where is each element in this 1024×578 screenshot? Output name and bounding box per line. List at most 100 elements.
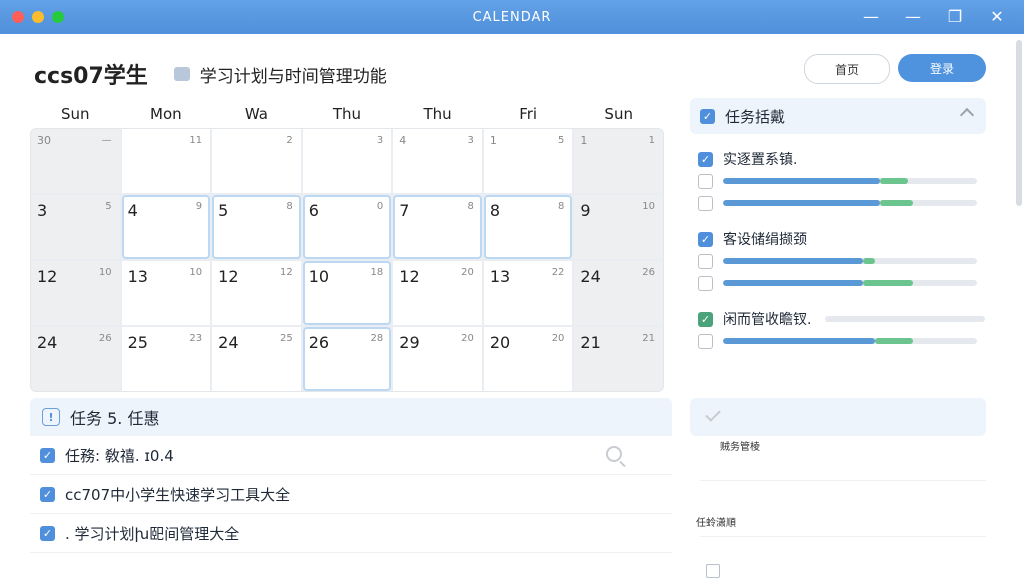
task-list-header: ! 任务 5. 任惠 <box>30 398 672 436</box>
calendar-day-cell[interactable]: 24 26 <box>574 261 663 325</box>
calendar-day-cell[interactable]: 21 21 <box>574 327 663 391</box>
task-row[interactable]: ✓ 任務: 敎禧. ɪ0.4 <box>30 436 672 475</box>
maximize-window-button[interactable] <box>52 11 64 23</box>
checkbox-unchecked-icon[interactable] <box>698 173 713 189</box>
calendar-day-cell[interactable]: 9 10 <box>574 195 663 259</box>
minimize-window-button[interactable] <box>32 11 44 23</box>
day-number: 10 <box>308 267 330 286</box>
minimize-icon-2[interactable]: — <box>902 7 924 27</box>
calendar-day-cell[interactable]: 24 26 <box>31 327 120 391</box>
calendar-day-cell[interactable]: 12 10 <box>31 261 120 325</box>
day-number: 12 <box>218 267 239 286</box>
progress-fill <box>723 280 863 286</box>
task-list-panel: ! 任务 5. 任惠 ✓ 任務: 敎禧. ɪ0.4 ✓ cc707中小学生快速学… <box>30 398 672 576</box>
weekday-label: Mon <box>150 105 182 123</box>
day-secondary-label: 20 <box>461 267 474 278</box>
calendar-day-cell[interactable]: 3 <box>302 129 392 193</box>
progress-bar <box>825 316 986 322</box>
progress-row[interactable] <box>690 250 986 272</box>
calendar-day-cell[interactable]: 15 <box>483 129 573 193</box>
divider <box>700 536 986 537</box>
task-group-title-row[interactable]: ✓ 实逐置系镇. <box>690 148 986 170</box>
calendar-grid: 30—11 2 3 4 3 1 5 1 1 3 5 4 9 5 8 6 0 7 8 8 8 9 10 12 10 13 10 12 12… <box>30 128 664 392</box>
calendar-day-cell[interactable]: 20 20 <box>483 327 573 391</box>
weekday-label: Fri <box>519 105 538 123</box>
weekday-label: Wa <box>244 105 268 123</box>
checkbox-unchecked-icon[interactable] <box>698 333 713 349</box>
calendar-day-cell[interactable]: 12 20 <box>393 261 482 325</box>
checkbox-unchecked-icon[interactable] <box>698 275 713 291</box>
task-row[interactable]: ✓ . 学习计划խ巸间管理大全 <box>30 514 672 553</box>
day-number: 5 <box>218 201 229 220</box>
day-secondary-label: 1 <box>648 135 655 146</box>
day-number: 21 <box>580 333 601 352</box>
calendar-day-cell[interactable]: 11 <box>574 129 663 193</box>
task-group-title: 客设储绢撷颈 <box>723 232 807 248</box>
task-row[interactable]: ✓ cc707中小学生快速学习工具大全 <box>30 475 672 514</box>
day-secondary-label: 26 <box>642 267 655 278</box>
minimize-icon[interactable]: — <box>860 7 882 27</box>
progress-row[interactable] <box>690 330 986 352</box>
close-icon[interactable]: ✕ <box>986 7 1008 27</box>
progress-fill-secondary <box>862 280 914 286</box>
chevron-up-icon[interactable] <box>959 107 975 123</box>
weekday-label: Thu <box>423 105 452 123</box>
calendar-day-cell[interactable]: 13 22 <box>483 261 573 325</box>
task-detail-panel: 贼务管棱 任蛉潇順 <box>690 398 986 578</box>
task-summary-header[interactable]: ✓ 任务括戴 <box>690 98 986 134</box>
app-logo: ccs07学生 <box>34 64 148 89</box>
scrollbar[interactable] <box>1016 40 1022 206</box>
checkbox-checked-icon[interactable]: ✓ <box>40 486 55 502</box>
calendar-day-cell[interactable]: 2 <box>212 129 301 193</box>
day-number: 6 <box>308 201 319 220</box>
calendar-day-cell[interactable]: 10 18 <box>302 261 392 325</box>
day-secondary-label: 5 <box>105 201 112 212</box>
task-group-title: 闲而管收瞻钗. <box>723 312 812 328</box>
progress-row[interactable] <box>690 170 986 192</box>
day-secondary-label: 12 <box>279 267 293 278</box>
calendar-day-cell[interactable]: 29 20 <box>393 327 482 391</box>
checkbox-checked-icon[interactable]: ✓ <box>40 525 55 541</box>
calendar-day-cell[interactable]: 43 <box>393 129 482 193</box>
calendar-day-cell[interactable]: 60 <box>302 195 392 259</box>
calendar-day-cell[interactable]: 11 <box>121 129 211 193</box>
checkbox-checked-icon[interactable]: ✓ <box>698 151 713 167</box>
day-secondary-label: 28 <box>370 333 384 344</box>
day-number: 8 <box>489 201 501 220</box>
restore-icon[interactable]: ❐ <box>944 7 966 27</box>
calendar-day-cell[interactable]: 30 — <box>31 129 120 193</box>
day-secondary-label: 10 <box>98 267 112 278</box>
task-group-title-row[interactable]: ✓ 闲而管收瞻钗. <box>690 308 986 330</box>
day-number: 1 <box>580 134 588 147</box>
day-secondary-label: 18 <box>370 267 384 278</box>
task-group-title-row[interactable]: ✓ 客设储绢撷颈 <box>690 228 986 250</box>
day-secondary-label: 20 <box>551 333 565 344</box>
progress-row[interactable] <box>690 192 986 214</box>
search-icon[interactable] <box>606 446 622 462</box>
checkbox-unchecked-icon[interactable] <box>698 253 713 269</box>
task-label: 任務: 敎禧. ɪ0.4 <box>65 446 174 465</box>
home-button[interactable]: 首页 <box>804 54 890 84</box>
calendar-day-cell[interactable]: 24 25 <box>212 327 301 391</box>
primary-button[interactable]: 登录 <box>898 54 986 82</box>
checkbox-checked-icon[interactable]: ✓ <box>700 108 715 124</box>
calendar-day-cell[interactable]: 25 23 <box>121 327 211 391</box>
day-secondary-label: 5 <box>558 135 565 146</box>
calendar-day-cell[interactable]: 12 12 <box>212 261 301 325</box>
progress-bar <box>723 338 977 344</box>
calendar-day-cell[interactable]: 88 <box>483 195 573 259</box>
calendar-day-cell[interactable]: 58 <box>212 195 301 259</box>
calendar-day-cell[interactable]: 35 <box>31 195 120 259</box>
calendar-day-cell[interactable]: 26 28 <box>302 327 392 391</box>
close-window-button[interactable] <box>12 11 24 23</box>
calendar-day-cell[interactable]: 78 <box>393 195 482 259</box>
progress-row[interactable] <box>690 272 986 294</box>
calendar-day-cell[interactable]: 49 <box>121 195 211 259</box>
checkbox-checked-icon[interactable]: ✓ <box>698 231 713 247</box>
checkbox-checked-icon[interactable]: ✓ <box>40 447 55 463</box>
day-number: 4 <box>399 134 407 147</box>
checkbox-unchecked-icon[interactable] <box>698 195 713 211</box>
checkbox-checked-icon[interactable]: ✓ <box>698 311 713 327</box>
task-detail-label: 任蛉潇順 <box>696 518 736 529</box>
calendar-day-cell[interactable]: 13 10 <box>121 261 211 325</box>
